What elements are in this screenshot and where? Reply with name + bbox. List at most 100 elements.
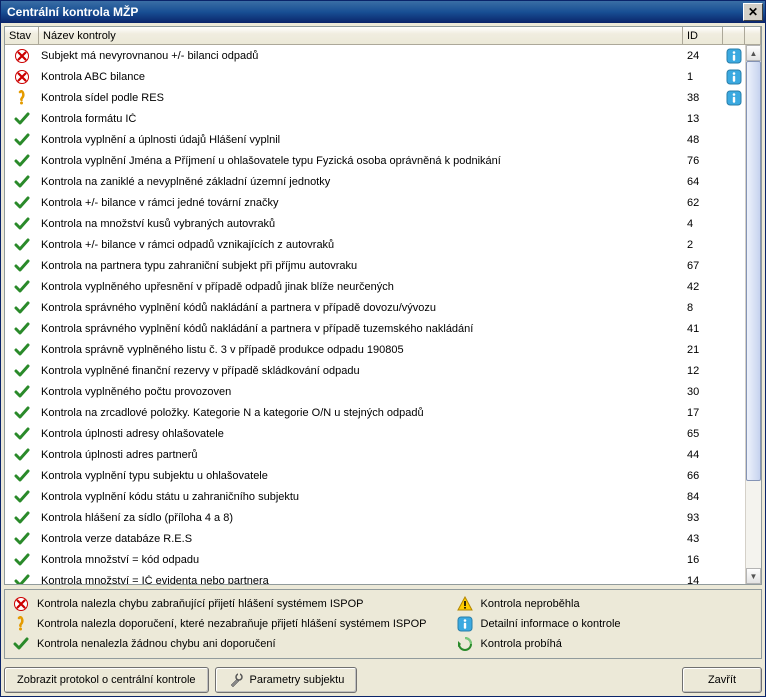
- table-row[interactable]: Kontrola množství = kód odpadu 16: [5, 549, 745, 570]
- table-row[interactable]: Kontrola vyplněné finanční rezervy v pří…: [5, 360, 745, 381]
- error-icon: [14, 69, 30, 85]
- column-header-scroll: [745, 27, 761, 44]
- row-id: 16: [683, 554, 723, 566]
- info-icon: [726, 90, 742, 106]
- ok-icon: [14, 300, 30, 316]
- table-row[interactable]: Kontrola vyplnění a úplnosti údajů Hláše…: [5, 129, 745, 150]
- warning-icon: [14, 90, 30, 106]
- row-id: 64: [683, 176, 723, 188]
- vertical-scrollbar[interactable]: ▲ ▼: [745, 45, 761, 584]
- warning-icon: [13, 616, 29, 632]
- row-id: 76: [683, 155, 723, 167]
- ok-icon: [14, 216, 30, 232]
- legend-text: Kontrola nalezla doporučení, které nezab…: [37, 618, 427, 630]
- row-id: 44: [683, 449, 723, 461]
- table-row[interactable]: Kontrola vyplnění Jména a Příjmení u ohl…: [5, 150, 745, 171]
- table-row[interactable]: Kontrola ABC bilance 1: [5, 66, 745, 87]
- table-row[interactable]: Kontrola vyplněného upřesnění v případě …: [5, 276, 745, 297]
- row-id: 14: [683, 575, 723, 585]
- ok-icon: [14, 237, 30, 253]
- table-row[interactable]: Kontrola úplnosti adresy ohlašovatele 65: [5, 423, 745, 444]
- info-icon: [726, 48, 742, 64]
- table-row[interactable]: Kontrola +/- bilance v rámci odpadů vzni…: [5, 234, 745, 255]
- table-row[interactable]: Kontrola hlášení za sídlo (příloha 4 a 8…: [5, 507, 745, 528]
- row-name: Kontrola vyplněného upřesnění v případě …: [39, 281, 683, 293]
- ok-icon: [14, 468, 30, 484]
- row-name: Kontrola +/- bilance v rámci jedné továr…: [39, 197, 683, 209]
- row-name: Kontrola ABC bilance: [39, 71, 683, 83]
- error-icon: [13, 596, 29, 612]
- row-name: Kontrola vyplnění a úplnosti údajů Hláše…: [39, 134, 683, 146]
- table-row[interactable]: Kontrola vyplněného počtu provozoven 30: [5, 381, 745, 402]
- info-icon: [457, 616, 473, 632]
- table-row[interactable]: Kontrola na partnera typu zahraniční sub…: [5, 255, 745, 276]
- table-row[interactable]: Kontrola správného vyplnění kódů nakládá…: [5, 318, 745, 339]
- column-header-info[interactable]: [723, 27, 745, 44]
- table-row[interactable]: Kontrola formátu IČ 13: [5, 108, 745, 129]
- table-row[interactable]: Kontrola správně vyplněného listu č. 3 v…: [5, 339, 745, 360]
- table-row[interactable]: Kontrola na zrcadlové položky. Kategorie…: [5, 402, 745, 423]
- row-name: Kontrola vyplnění typu subjektu u ohlašo…: [39, 470, 683, 482]
- table-row[interactable]: Kontrola +/- bilance v rámci jedné továr…: [5, 192, 745, 213]
- legend-item: Kontrola nenalezla žádnou chybu ani dopo…: [13, 636, 427, 652]
- legend-item: Kontrola neproběhla: [457, 596, 621, 612]
- subject-params-button[interactable]: Parametry subjektu: [215, 667, 358, 693]
- dialog-window: Centrální kontrola MŽP ✕ Stav Název kont…: [0, 0, 766, 697]
- close-button[interactable]: Zavřít: [682, 667, 762, 693]
- legend-item: Detailní informace o kontrole: [457, 616, 621, 632]
- ok-icon: [13, 636, 29, 652]
- row-name: Kontrola správně vyplněného listu č. 3 v…: [39, 344, 683, 356]
- scroll-down-button[interactable]: ▼: [746, 568, 761, 584]
- row-name: Kontrola na množství kusů vybraných auto…: [39, 218, 683, 230]
- content-area: Stav Název kontroly ID Subjekt má nevyro…: [1, 23, 765, 696]
- scroll-up-button[interactable]: ▲: [746, 45, 761, 61]
- scroll-thumb[interactable]: [746, 61, 761, 481]
- row-id: 62: [683, 197, 723, 209]
- row-name: Kontrola verze databáze R.E.S: [39, 533, 683, 545]
- ok-icon: [14, 258, 30, 274]
- row-id: 24: [683, 50, 723, 62]
- ok-icon: [14, 279, 30, 295]
- row-id: 65: [683, 428, 723, 440]
- table-row[interactable]: Kontrola správného vyplnění kódů nakládá…: [5, 297, 745, 318]
- table-row[interactable]: Kontrola vyplnění typu subjektu u ohlašo…: [5, 465, 745, 486]
- column-header-id[interactable]: ID: [683, 27, 723, 44]
- table-row[interactable]: Subjekt má nevyrovnanou +/- bilanci odpa…: [5, 45, 745, 66]
- row-name: Kontrola správného vyplnění kódů nakládá…: [39, 323, 683, 335]
- row-id: 30: [683, 386, 723, 398]
- row-name: Subjekt má nevyrovnanou +/- bilanci odpa…: [39, 50, 683, 62]
- legend-item: Kontrola nalezla chybu zabraňující přije…: [13, 596, 427, 612]
- legend-panel: Kontrola nalezla chybu zabraňující přije…: [4, 589, 762, 659]
- row-name: Kontrola správného vyplnění kódů nakládá…: [39, 302, 683, 314]
- ok-icon: [14, 321, 30, 337]
- table-row[interactable]: Kontrola na zaniklé a nevyplněné základn…: [5, 171, 745, 192]
- ok-icon: [14, 342, 30, 358]
- show-protocol-button[interactable]: Zobrazit protokol o centrální kontrole: [4, 667, 209, 693]
- row-name: Kontrola vyplněného počtu provozoven: [39, 386, 683, 398]
- table-row[interactable]: Kontrola na množství kusů vybraných auto…: [5, 213, 745, 234]
- params-button-label: Parametry subjektu: [250, 674, 345, 686]
- row-id: 1: [683, 71, 723, 83]
- table-row[interactable]: Kontrola úplnosti adres partnerů 44: [5, 444, 745, 465]
- column-header-stav[interactable]: Stav: [5, 27, 39, 44]
- row-id: 84: [683, 491, 723, 503]
- ok-icon: [14, 510, 30, 526]
- ok-icon: [14, 489, 30, 505]
- running-icon: [457, 636, 473, 652]
- window-close-button[interactable]: ✕: [743, 3, 763, 21]
- column-header-nazev[interactable]: Název kontroly: [39, 27, 683, 44]
- ok-icon: [14, 447, 30, 463]
- ok-icon: [14, 573, 30, 585]
- legend-item: Kontrola nalezla doporučení, které nezab…: [13, 616, 427, 632]
- ok-icon: [14, 405, 30, 421]
- table-row[interactable]: Kontrola vyplnění kódu státu u zahraničn…: [5, 486, 745, 507]
- legend-text: Kontrola probíhá: [481, 638, 562, 650]
- table-row[interactable]: Kontrola množství = IČ evidenta nebo par…: [5, 570, 745, 584]
- titlebar[interactable]: Centrální kontrola MŽP ✕: [1, 1, 765, 23]
- ok-icon: [14, 552, 30, 568]
- window-title: Centrální kontrola MŽP: [7, 5, 743, 19]
- table-row[interactable]: Kontrola sídel podle RES 38: [5, 87, 745, 108]
- table-row[interactable]: Kontrola verze databáze R.E.S 43: [5, 528, 745, 549]
- row-id: 41: [683, 323, 723, 335]
- scroll-track[interactable]: [746, 61, 761, 568]
